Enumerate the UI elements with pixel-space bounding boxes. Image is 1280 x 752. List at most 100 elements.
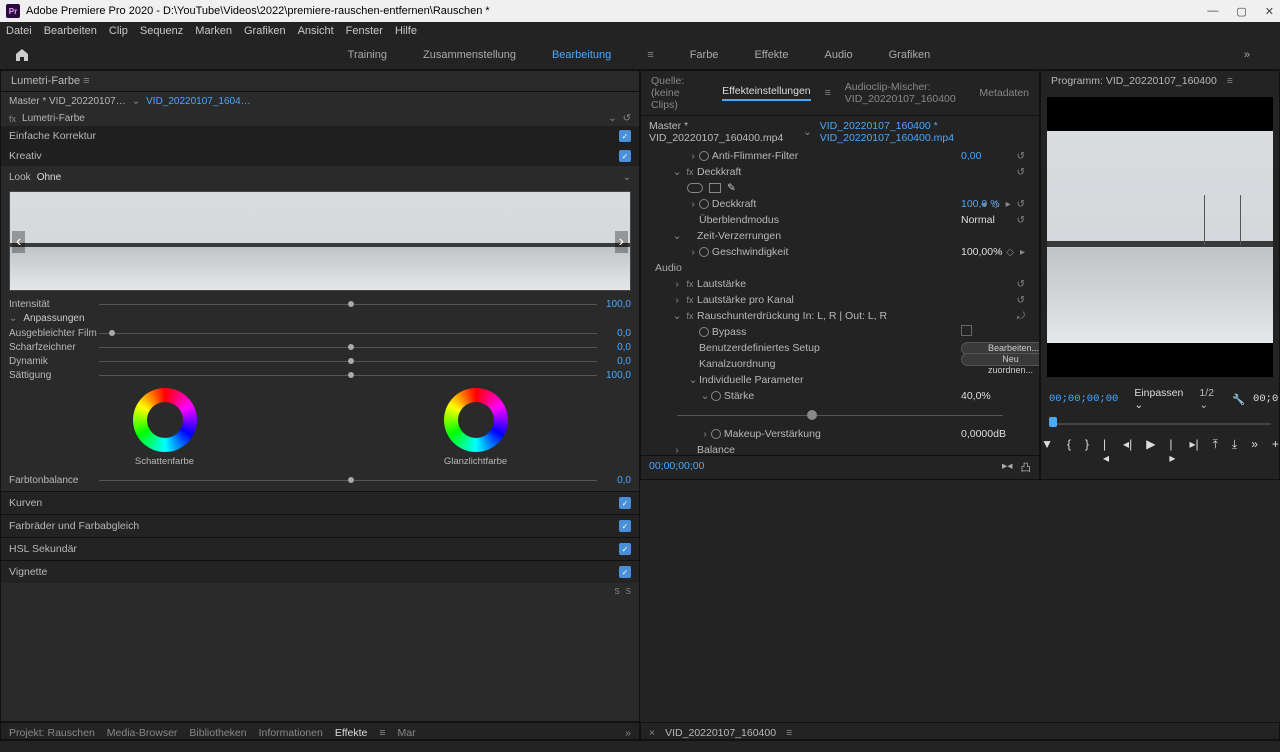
fx-badge-icon[interactable]: fx	[9, 114, 16, 124]
tab-effekteinstellungen[interactable]: Effekteinstellungen	[722, 85, 811, 101]
tab-metadaten[interactable]: Metadaten	[979, 87, 1029, 99]
reset-icon[interactable]: ↺	[1017, 295, 1025, 306]
slider-scharfzeichner[interactable]	[99, 341, 597, 353]
vignette-checkbox[interactable]: ✓	[619, 566, 631, 578]
maximize-button[interactable]: ▢	[1236, 5, 1246, 18]
tab-programm[interactable]: Programm: VID_20220107_160400	[1051, 75, 1217, 87]
menu-hilfe[interactable]: Hilfe	[395, 25, 417, 37]
val-intensitaet[interactable]: 100,0	[597, 299, 631, 310]
tab-informationen[interactable]: Informationen	[259, 727, 323, 739]
tab-effekte[interactable]: Effekte	[335, 727, 368, 739]
program-tc-current[interactable]: 00;00;00;00	[1049, 393, 1118, 405]
val-scharfzeichner[interactable]: 0,0	[597, 342, 631, 353]
slider-intensitaet[interactable]	[99, 298, 597, 310]
section-kreativ[interactable]: Kreativ	[9, 150, 42, 162]
section-einfache-korrektur[interactable]: Einfache Korrektur	[9, 130, 96, 142]
reset-icon[interactable]: ↺	[1017, 215, 1025, 226]
close-button[interactable]: ✕	[1265, 5, 1274, 18]
tab-bibliotheken[interactable]: Bibliotheken	[189, 727, 246, 739]
reset-icon[interactable]: ⤾	[1017, 311, 1025, 322]
lum-effect-select[interactable]: Lumetri-Farbe	[22, 113, 602, 124]
fx-badge-icon[interactable]: fx	[683, 279, 697, 289]
add-marker-icon[interactable]: ▼	[1041, 437, 1053, 465]
tab-audioclip-mischer[interactable]: Audioclip-Mischer: VID_20220107_160400	[845, 81, 966, 105]
wrench-icon[interactable]: 🔧	[1232, 393, 1245, 406]
panel-menu-icon[interactable]: ≡	[1227, 75, 1233, 87]
lum-clip-link[interactable]: VID_20220107_1604…	[146, 96, 251, 107]
keyframe-toggle-icon[interactable]	[699, 327, 709, 337]
slider-farbtonbalance[interactable]	[99, 474, 597, 486]
close-tab-icon[interactable]: ×	[649, 727, 655, 739]
reset-icon[interactable]: ↺	[1017, 279, 1025, 290]
play-icon[interactable]: ▶	[1146, 437, 1155, 465]
section-farbraeder[interactable]: Farbräder und Farbabgleich	[9, 520, 139, 532]
slider-dynamik[interactable]	[99, 355, 597, 367]
program-scrubber[interactable]	[1049, 417, 1271, 431]
prev-key-icon[interactable]: ◂	[981, 199, 986, 210]
tab-media-browser[interactable]: Media-Browser	[107, 727, 178, 739]
go-in-icon[interactable]: |◂	[1103, 437, 1109, 465]
button-editor-icon[interactable]: +	[1272, 437, 1279, 465]
section-kurven[interactable]: Kurven	[9, 497, 42, 509]
panel-menu-icon[interactable]: ≡	[83, 75, 89, 87]
menu-marken[interactable]: Marken	[195, 25, 232, 37]
tab-projekt[interactable]: Projekt: Rauschen	[9, 727, 95, 739]
shadow-color-wheel[interactable]	[133, 388, 197, 452]
lum-footer-s1[interactable]: S	[614, 587, 619, 596]
keyframe-toggle-icon[interactable]	[699, 199, 709, 209]
hsl-checkbox[interactable]: ✓	[619, 543, 631, 555]
workspace-grafiken[interactable]: Grafiken	[889, 49, 931, 61]
reset-icon[interactable]: ↺	[1017, 199, 1025, 210]
mask-pen-icon[interactable]: ✎	[727, 182, 736, 194]
reset-icon[interactable]: ↺	[1017, 151, 1025, 162]
workspace-effekte[interactable]: Effekte	[754, 49, 788, 61]
val-staerke[interactable]: 40,0%	[961, 390, 991, 402]
panel-menu-icon[interactable]: ≡	[379, 727, 385, 739]
ec-clip-link[interactable]: VID_20220107_160400 * VID_20220107_16040…	[820, 120, 1031, 144]
step-back-icon[interactable]: ◂|	[1123, 437, 1132, 465]
val-farbtonbalance[interactable]: 0,0	[597, 475, 631, 486]
step-fwd-icon[interactable]: |▸	[1169, 437, 1175, 465]
fx-badge-icon[interactable]: fx	[683, 311, 697, 321]
workspace-bearbeitung[interactable]: Bearbeitung	[552, 49, 611, 61]
tab-quelle[interactable]: Quelle: (keine Clips)	[651, 75, 708, 111]
tab-sequence[interactable]: VID_20220107_160400	[665, 727, 776, 739]
val-saettigung[interactable]: 100,0	[597, 370, 631, 381]
next-key-icon[interactable]: ▸	[1020, 247, 1025, 258]
workspace-zusammenstellung[interactable]: Zusammenstellung	[423, 49, 516, 61]
fx-badge-icon[interactable]: fx	[683, 167, 697, 177]
resolution-select[interactable]: 1/2 ⌄	[1199, 387, 1214, 411]
highlight-color-wheel[interactable]	[444, 388, 508, 452]
mark-in-icon[interactable]: {	[1067, 437, 1071, 465]
farbr-checkbox[interactable]: ✓	[619, 520, 631, 532]
tab-marken[interactable]: Mar	[397, 727, 415, 739]
workspace-menu-icon[interactable]: ≡	[647, 49, 653, 61]
chevron-down-icon[interactable]: ⌄	[803, 126, 812, 138]
workspace-overflow-icon[interactable]: »	[1244, 49, 1250, 61]
keyframe-toggle-icon[interactable]	[711, 429, 721, 439]
mask-rect-icon[interactable]	[709, 183, 721, 193]
val-makeup[interactable]: 0,0000dB	[961, 428, 1006, 440]
next-key-icon[interactable]: ▸	[1006, 199, 1011, 210]
section-hsl[interactable]: HSL Sekundär	[9, 543, 77, 555]
go-out-icon[interactable]: ▸|	[1189, 437, 1198, 465]
ec-toggle-icon[interactable]: ▸◂	[1002, 460, 1013, 475]
chevron-down-icon[interactable]: ⌄	[608, 113, 616, 124]
lum-footer-s2[interactable]: S	[626, 587, 631, 596]
ec-timecode[interactable]: 00;00;00;00	[649, 460, 704, 475]
basic-enabled-checkbox[interactable]: ✓	[619, 130, 631, 142]
keyframe-toggle-icon[interactable]	[699, 247, 709, 257]
workspace-farbe[interactable]: Farbe	[690, 49, 719, 61]
neu-zuordnen-button[interactable]: Neu zuordnen...	[961, 353, 1039, 366]
slider-ausgebleichter[interactable]	[99, 327, 597, 339]
menu-datei[interactable]: Datei	[6, 25, 32, 37]
workspace-audio[interactable]: Audio	[824, 49, 852, 61]
keyframe-toggle-icon[interactable]	[711, 391, 721, 401]
tab-lumetri-farbe[interactable]: Lumetri-Farbe	[11, 75, 80, 87]
zoom-fit-select[interactable]: Einpassen ⌄	[1134, 387, 1183, 411]
add-key-icon[interactable]: ◇	[992, 199, 1000, 210]
workspace-training[interactable]: Training	[348, 49, 387, 61]
menu-ansicht[interactable]: Ansicht	[298, 25, 334, 37]
home-icon[interactable]	[10, 43, 34, 67]
reset-icon[interactable]: ↺	[1017, 167, 1025, 178]
